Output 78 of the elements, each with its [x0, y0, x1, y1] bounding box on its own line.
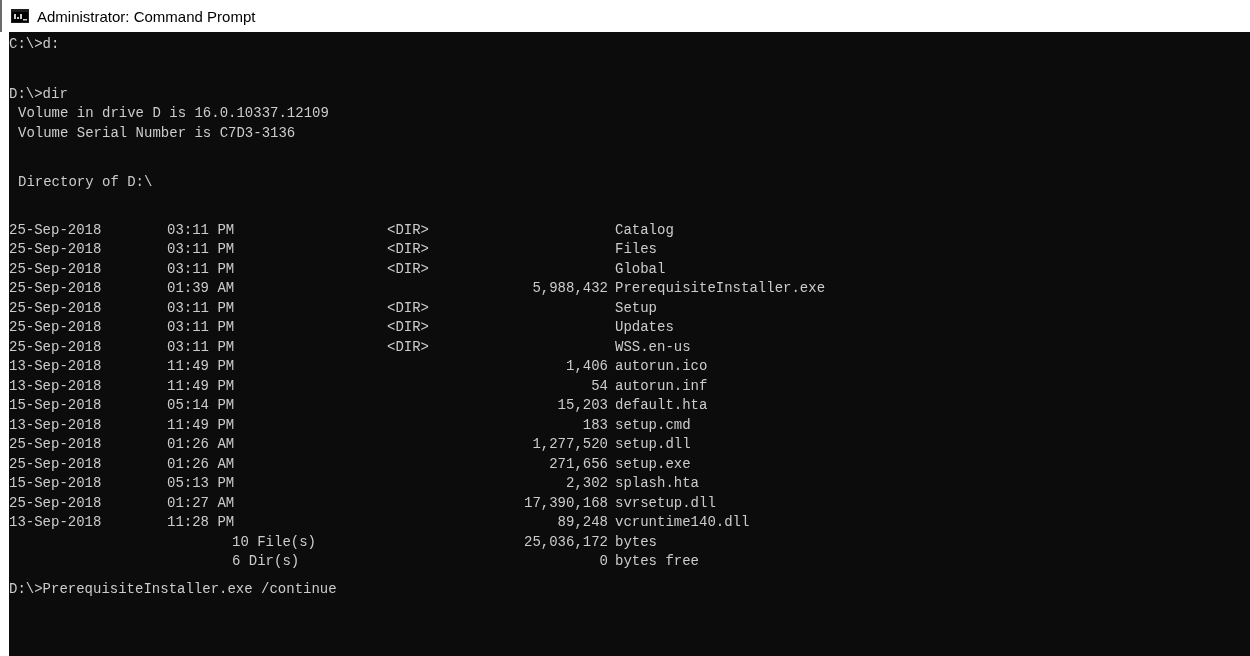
file-date: 15-Sep-2018 — [9, 396, 102, 415]
file-date: 15-Sep-2018 — [9, 474, 102, 493]
file-time: 11:49 PM — [167, 376, 235, 396]
file-name: PrerequisiteInstaller.exe — [615, 279, 826, 298]
file-name: setup.exe — [615, 454, 691, 474]
file-date: 25-Sep-2018 — [9, 259, 102, 279]
file-date: 25-Sep-2018 — [9, 318, 102, 337]
output-line: Volume Serial Number is C7D3-3136 — [18, 123, 296, 143]
output-line: Volume in drive D is 16.0.10337.12109 — [18, 104, 329, 123]
file-name: default.hta — [615, 396, 708, 415]
file-date: 25-Sep-2018 — [9, 279, 102, 298]
command-line: D:\>dir — [9, 84, 68, 104]
file-date: 25-Sep-2018 — [9, 220, 102, 240]
file-name: splash.hta — [615, 474, 699, 493]
file-time: 01:39 AM — [167, 279, 235, 298]
summary-count: 10 File(s) — [232, 532, 316, 552]
dir-tag: <DIR> — [387, 240, 429, 260]
file-time: 03:11 PM — [167, 337, 235, 357]
folder-name: Global — [615, 259, 666, 279]
file-time: 11:28 PM — [167, 513, 235, 532]
file-size: 183 — [582, 415, 608, 435]
file-time: 03:11 PM — [167, 318, 235, 337]
file-date: 13-Sep-2018 — [9, 513, 102, 532]
file-name: setup.cmd — [615, 415, 691, 435]
command-line: C:\>d: — [9, 35, 60, 54]
file-time: 01:26 AM — [167, 435, 235, 454]
console-app-icon — [11, 9, 29, 23]
file-date: 25-Sep-2018 — [9, 435, 102, 454]
summary-count: 6 Dir(s) — [232, 552, 300, 571]
file-size: 1,406 — [566, 357, 608, 376]
folder-name: Catalog — [615, 220, 674, 240]
file-time: 05:13 PM — [167, 474, 235, 493]
file-time: 11:49 PM — [167, 415, 235, 435]
file-name: autorun.inf — [615, 376, 708, 396]
file-time: 11:49 PM — [167, 357, 235, 376]
command-line: D:\>PrerequisiteInstaller.exe /continue — [9, 579, 337, 599]
file-time: 01:27 AM — [167, 493, 235, 513]
folder-name: WSS.en-us — [615, 337, 691, 357]
file-name: autorun.ico — [615, 357, 708, 376]
file-date: 25-Sep-2018 — [9, 337, 102, 357]
file-size: 1,277,520 — [532, 435, 608, 454]
file-size: 17,390,168 — [524, 493, 608, 513]
file-time: 03:11 PM — [167, 259, 235, 279]
file-date: 25-Sep-2018 — [9, 240, 102, 259]
dir-tag: <DIR> — [387, 298, 429, 318]
file-name: setup.dll — [615, 435, 691, 454]
summary-unit: bytes — [615, 532, 657, 552]
file-time: 01:26 AM — [167, 454, 235, 474]
file-date: 25-Sep-2018 — [9, 493, 102, 513]
file-size: 2,302 — [566, 474, 608, 493]
file-date: 13-Sep-2018 — [9, 357, 102, 376]
file-time: 03:11 PM — [167, 240, 235, 259]
file-date: 13-Sep-2018 — [9, 376, 102, 396]
folder-name: Setup — [615, 298, 657, 318]
dir-tag: <DIR> — [387, 318, 429, 338]
window-title: Administrator: Command Prompt — [37, 7, 256, 25]
file-date: 25-Sep-2018 — [9, 298, 102, 318]
file-time: 05:14 PM — [167, 396, 235, 415]
file-time: 03:11 PM — [167, 220, 235, 240]
file-date: 25-Sep-2018 — [9, 454, 102, 474]
file-time: 03:11 PM — [167, 298, 235, 318]
file-name: svrsetup.dll — [615, 493, 716, 513]
folder-name: Files — [615, 240, 657, 259]
dir-tag: <DIR> — [387, 220, 429, 240]
file-name: vcruntime140.dll — [615, 513, 750, 532]
file-size: 54 — [591, 376, 608, 396]
file-size: 15,203 — [557, 396, 608, 415]
dir-tag: <DIR> — [387, 259, 429, 279]
folder-name: Updates — [615, 318, 674, 337]
dir-tag: <DIR> — [387, 337, 429, 357]
file-date: 13-Sep-2018 — [9, 415, 102, 435]
file-size: 5,988,432 — [532, 279, 608, 298]
summary-size: 0 — [599, 552, 608, 571]
directory-heading: Directory of D:\ — [18, 173, 153, 192]
file-size: 271,656 — [549, 454, 608, 474]
summary-unit: bytes free — [615, 552, 699, 571]
summary-size: 25,036,172 — [524, 532, 608, 552]
file-size: 89,248 — [557, 513, 608, 532]
